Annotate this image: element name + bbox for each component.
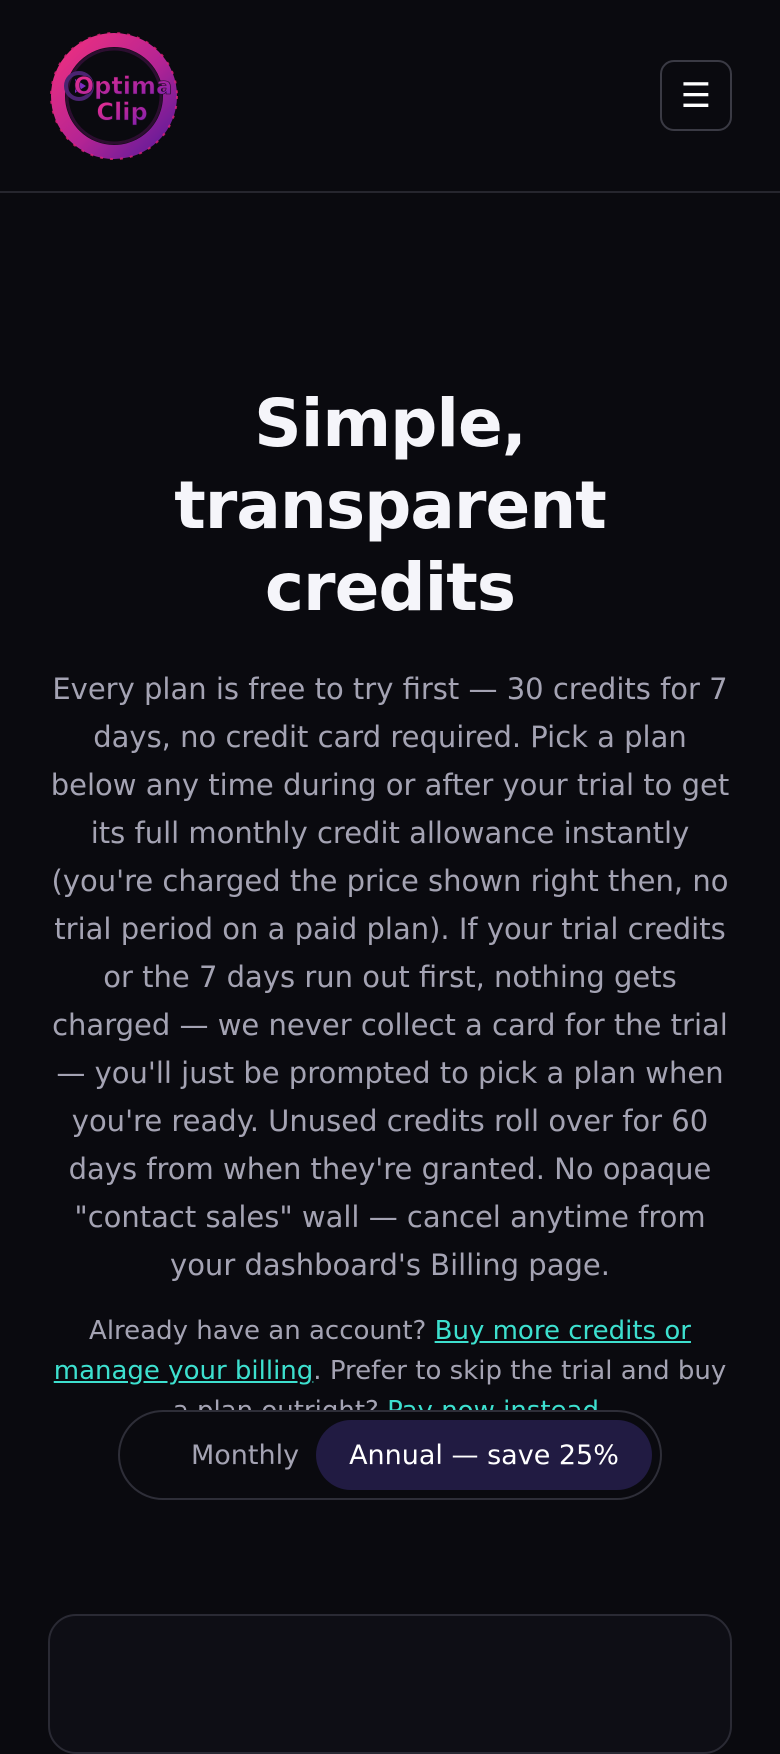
billing-period-toggle: Monthly Annual — save 25% [118, 1410, 662, 1500]
logo-text-optima: Optima [74, 72, 172, 100]
menu-button[interactable]: ☰ [660, 60, 732, 131]
pricing-description: Every plan is free to try first — 30 cre… [50, 672, 730, 1282]
optima-clip-logo[interactable]: Optima Clip [48, 30, 180, 162]
site-header: Optima Clip ☰ [0, 0, 780, 193]
logo-mark: Optima Clip [50, 32, 178, 160]
page-title: Simple, transparent credits [174, 385, 607, 626]
menu-icon: ☰ [680, 75, 712, 116]
pricing-hero: Simple, transparent credits Every plan i… [50, 383, 730, 1431]
monthly-option[interactable]: Monthly [160, 1412, 330, 1498]
annual-option[interactable]: Annual — save 25% [316, 1420, 652, 1490]
note-prefix: Already have an account? [89, 1316, 435, 1346]
logo-text-clip: Clip [96, 98, 147, 126]
pricing-card [48, 1614, 732, 1754]
